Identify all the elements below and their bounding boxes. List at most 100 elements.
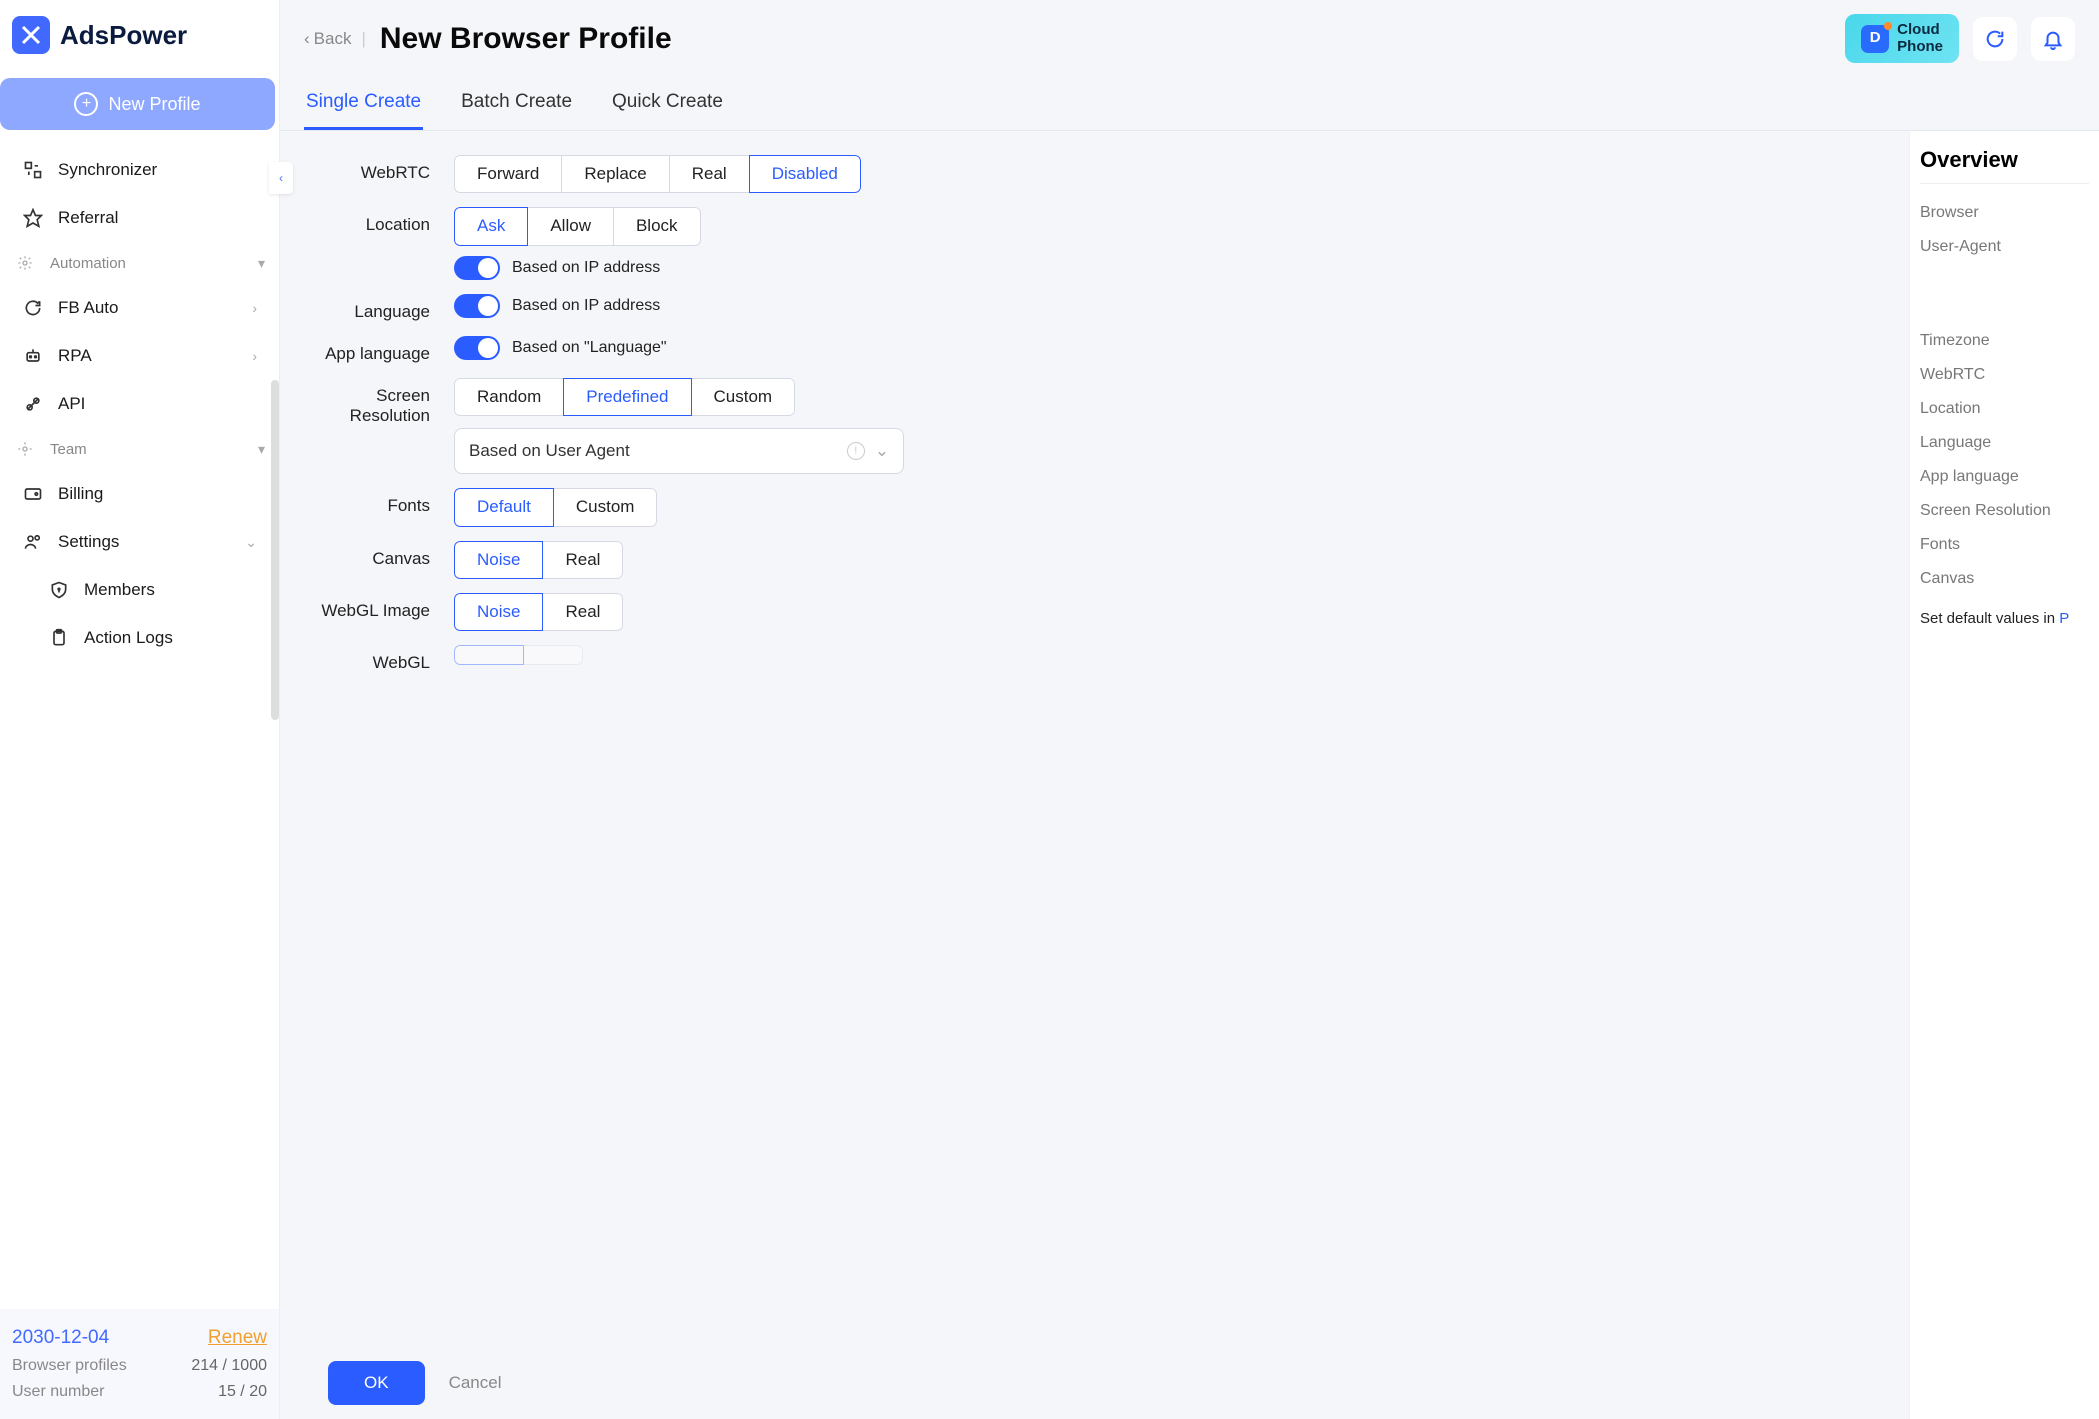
screen-res-select[interactable]: Based on User Agent ! ⌄ (454, 428, 904, 474)
ok-button[interactable]: OK (328, 1361, 425, 1405)
webgl-image-real[interactable]: Real (542, 593, 623, 631)
screen-res-random[interactable]: Random (454, 378, 564, 416)
overview-browser[interactable]: Browser (1920, 196, 2089, 230)
overview-user-agent[interactable]: User-Agent (1920, 230, 2089, 264)
location-ask[interactable]: Ask (454, 207, 528, 245)
field-label: Location (304, 207, 454, 235)
cloud-phone-button[interactable]: D Cloud Phone (1845, 14, 1959, 63)
action-bar: OK Cancel (304, 1361, 525, 1405)
plug-icon (22, 393, 44, 415)
app-logo: AdsPower (0, 0, 279, 70)
tab-single-create[interactable]: Single Create (304, 79, 423, 130)
webrtc-real[interactable]: Real (669, 155, 750, 193)
field-label: Language (304, 294, 454, 322)
screen-res-options: Random Predefined Custom (454, 378, 795, 416)
location-allow[interactable]: Allow (527, 207, 614, 245)
tab-batch-create[interactable]: Batch Create (459, 79, 574, 130)
shield-icon (48, 579, 70, 601)
chevron-down-icon: ⌄ (875, 441, 889, 461)
nav-billing[interactable]: Billing (0, 470, 279, 518)
overview-footer-link[interactable]: P (2059, 610, 2069, 627)
nav-label: Billing (58, 484, 103, 504)
screen-res-custom[interactable]: Custom (691, 378, 796, 416)
language-ip-toggle[interactable] (454, 294, 500, 318)
nav-synchronizer[interactable]: Synchronizer (0, 146, 279, 194)
nav-rpa[interactable]: RPA › (0, 332, 279, 380)
form-scroll[interactable]: WebRTC Forward Replace Real Disabled Loc… (280, 131, 1909, 1419)
chevron-right-icon: › (252, 300, 257, 316)
subscription-date: 2030-12-04 (12, 1327, 109, 1349)
users-icon (22, 531, 44, 553)
webgl-opt2[interactable] (523, 645, 583, 665)
fonts-default[interactable]: Default (454, 488, 554, 526)
gear-icon (14, 438, 36, 460)
create-tabs: Single Create Batch Create Quick Create (280, 73, 2099, 131)
cancel-button[interactable]: Cancel (449, 1373, 502, 1393)
bell-icon (2042, 28, 2064, 50)
app-language-toggle[interactable] (454, 336, 500, 360)
webrtc-disabled[interactable]: Disabled (749, 155, 861, 193)
field-canvas: Canvas Noise Real (304, 541, 1885, 579)
notifications-button[interactable] (2031, 17, 2075, 61)
profiles-label: Browser profiles (12, 1357, 127, 1375)
nav-label: RPA (58, 346, 92, 366)
gear-icon (14, 252, 36, 274)
nav-api[interactable]: API (0, 380, 279, 428)
new-profile-label: New Profile (108, 94, 200, 115)
overview-location[interactable]: Location (1920, 392, 2089, 426)
app-language-toggle-label: Based on "Language" (512, 339, 667, 357)
webgl-opt1[interactable] (454, 645, 524, 665)
logo-icon (12, 16, 50, 54)
nav-fb-auto[interactable]: FB Auto › (0, 284, 279, 332)
field-location: Location Ask Allow Block Based on IP add… (304, 207, 1885, 279)
webrtc-forward[interactable]: Forward (454, 155, 562, 193)
nav-referral[interactable]: Referral (0, 194, 279, 242)
field-webgl: WebGL (304, 645, 1885, 673)
webrtc-replace[interactable]: Replace (561, 155, 669, 193)
webgl-image-noise[interactable]: Noise (454, 593, 543, 631)
refresh-button[interactable] (1973, 17, 2017, 61)
nav-settings[interactable]: Settings ⌄ (0, 518, 279, 566)
overview-webrtc[interactable]: WebRTC (1920, 358, 2089, 392)
nav-section-team[interactable]: Team ▾ (0, 428, 279, 470)
location-ip-toggle[interactable] (454, 256, 500, 280)
renew-link[interactable]: Renew (208, 1327, 267, 1349)
sidebar-collapse-toggle[interactable]: ‹ (269, 162, 293, 194)
nav-label: Synchronizer (58, 160, 157, 180)
page-title: New Browser Profile (380, 22, 672, 56)
back-label: Back (314, 29, 352, 49)
cloud-phone-label: Cloud Phone (1897, 22, 1943, 55)
location-block[interactable]: Block (613, 207, 701, 245)
new-profile-button[interactable]: + New Profile (0, 78, 275, 130)
clipboard-icon (48, 627, 70, 649)
overview-footer-text: Set default values in (1920, 610, 2059, 627)
nav-section-automation[interactable]: Automation ▾ (0, 242, 279, 284)
overview-screen-resolution[interactable]: Screen Resolution (1920, 494, 2089, 528)
users-value: 15 / 20 (218, 1383, 267, 1401)
canvas-noise[interactable]: Noise (454, 541, 543, 579)
canvas-real[interactable]: Real (542, 541, 623, 579)
chevron-down-icon: ▾ (258, 441, 265, 458)
nav-label: Members (84, 580, 155, 600)
sidebar-footer: 2030-12-04 Renew Browser profiles 214 / … (0, 1309, 279, 1419)
fonts-custom[interactable]: Custom (553, 488, 658, 526)
field-webrtc: WebRTC Forward Replace Real Disabled (304, 155, 1885, 193)
tab-quick-create[interactable]: Quick Create (610, 79, 725, 130)
back-button[interactable]: ‹ Back | (304, 29, 366, 49)
field-language: Language Based on IP address (304, 294, 1885, 322)
overview-timezone[interactable]: Timezone (1920, 324, 2089, 358)
overview-app-language[interactable]: App language (1920, 460, 2089, 494)
nav-action-logs[interactable]: Action Logs (0, 614, 279, 662)
overview-fonts[interactable]: Fonts (1920, 528, 2089, 562)
nav-label: Settings (58, 532, 119, 552)
screen-res-predefined[interactable]: Predefined (563, 378, 691, 416)
sidebar-scrollbar[interactable] (271, 380, 279, 720)
overview-language[interactable]: Language (1920, 426, 2089, 460)
nav-label: Action Logs (84, 628, 173, 648)
header: ‹ Back | New Browser Profile D Cloud Pho… (280, 0, 2099, 73)
chevron-down-icon: ⌄ (245, 534, 257, 551)
overview-canvas[interactable]: Canvas (1920, 562, 2089, 596)
app-name: AdsPower (60, 20, 187, 51)
nav-members[interactable]: Members (0, 566, 279, 614)
language-toggle-label: Based on IP address (512, 297, 660, 315)
